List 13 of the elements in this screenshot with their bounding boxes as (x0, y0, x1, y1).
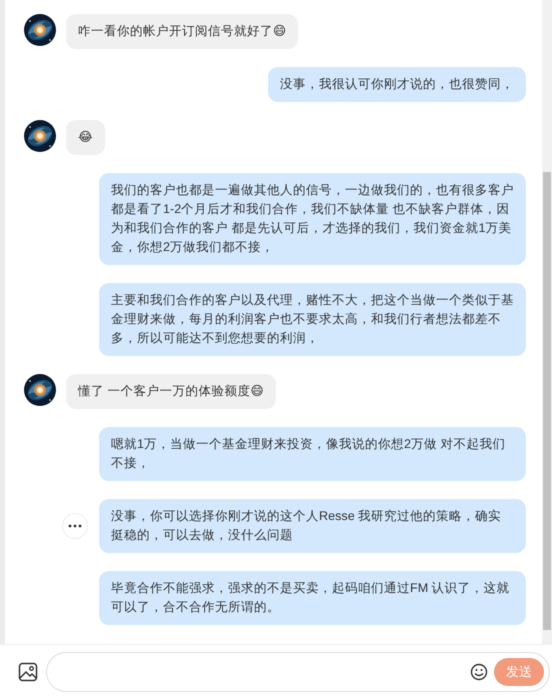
message-bubble: 懂了 一个客户一万的体验额度😄 (66, 374, 276, 409)
more-icon (68, 524, 82, 528)
more-button[interactable] (62, 513, 88, 539)
message-bubble: 😂 (66, 120, 105, 155)
message-bubble: 主要和我们合作的客户以及代理，赌性不大，把这个当做一个类似于基金理财来做，每月的利润客户也不要求太高，和我们行者想法都差不多，所以可能达不到您想要的利润， (99, 283, 526, 356)
message-bubble: 没事，我很认可你刚才说的，也很赞同， (268, 67, 526, 102)
emoji-icon[interactable] (470, 663, 488, 681)
message-bubble: 我们的客户也都是一遍做其他人的信号，一边做我们的，也有很多客户都是看了1-2个月后才和我们合作，我们不缺体量 也不缺客户群体，因为和我们合作的客户 都是先认可后，才选择的我们，我们资金就1万美金，你想2万做我们都不接， (99, 173, 526, 265)
message-bubble: 没事，你可以选择你刚才说的这个人Resse 我研究过他的策略，确实挺稳的，可以去做，没什么问题 (99, 499, 526, 553)
image-icon[interactable] (18, 662, 38, 682)
message-bubble: 毕竟合作不能强求，强求的不是买卖，起码咱们通过FM 认识了，这就可以了，合不合作无所谓的。 (99, 571, 526, 625)
message-bubble: 咋一看你的帐户开订阅信号就好了😄 (66, 14, 298, 49)
message-bubble: 嗯就1万，当做一个基金理财来投资，像我说的你想2万做 对不起我们不接， (99, 427, 526, 481)
